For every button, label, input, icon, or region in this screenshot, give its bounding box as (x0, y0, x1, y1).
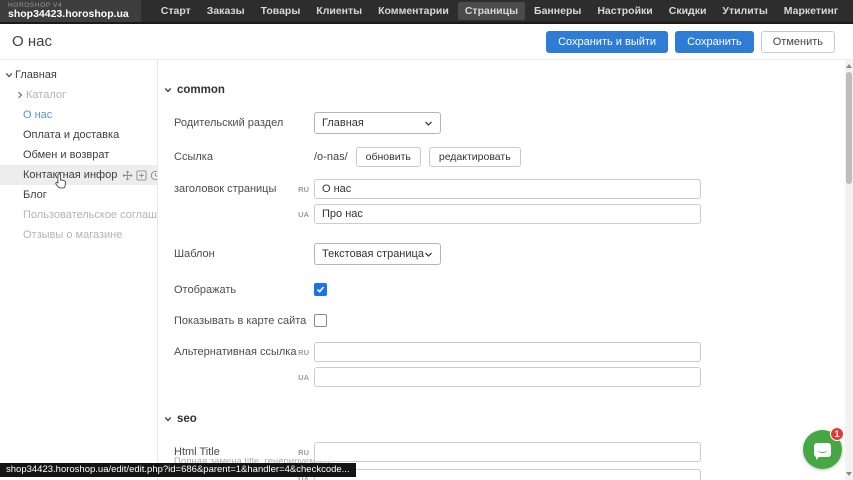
tree-item-label: Контактная инфор (23, 169, 117, 181)
tree-item-contact-info[interactable]: Контактная инфор (0, 165, 157, 185)
header-buttons: Сохранить и выйти Сохранить Отменить (546, 31, 835, 53)
template-label: Шаблон (174, 243, 215, 265)
link-row: Ссылка /o-nas/ обновить редактировать (158, 146, 845, 168)
cancel-button[interactable]: Отменить (761, 31, 835, 53)
display-row: Отображать (158, 279, 845, 301)
section-seo-label: seo (177, 413, 197, 425)
chat-widget-button[interactable]: 1 (803, 430, 842, 469)
save-exit-button[interactable]: Сохранить и выйти (546, 31, 668, 53)
page-title-ru-input[interactable] (314, 179, 701, 199)
section-common[interactable]: common (164, 81, 225, 99)
nav-item-orders[interactable]: Заказы (200, 2, 252, 20)
brand-logo[interactable]: HOROSHOP V4 shop34423.horoshop.ua (0, 0, 141, 22)
template-row: Шаблон Текстовая страница (158, 243, 845, 265)
tree-item-catalog[interactable]: Каталог (0, 85, 157, 105)
chevron-down-icon (164, 410, 172, 428)
tree-item-label: Главная (15, 69, 57, 81)
link-edit-button[interactable]: редактировать (429, 147, 521, 167)
sidebar-tree: Главная Каталог О нас Оплата и доставка Обме… (0, 60, 157, 480)
lang-tag-ru: RU (292, 341, 309, 363)
nav-item-start[interactable]: Старт (154, 2, 198, 20)
parent-section-label: Родительский раздел (174, 112, 283, 134)
nav-item-comments[interactable]: Комментарии (371, 2, 456, 20)
link-label: Ссылка (174, 146, 213, 168)
page-title-ua-input[interactable] (314, 204, 701, 224)
tree-item-payment-delivery[interactable]: Оплата и доставка (0, 125, 157, 145)
tree-item-home[interactable]: Главная (0, 65, 157, 85)
nav-item-discounts[interactable]: Скидки (662, 2, 714, 20)
chevron-right-icon (15, 91, 24, 99)
sitemap-row: Показывать в карте сайта (158, 310, 845, 332)
add-icon[interactable] (136, 170, 147, 181)
parent-section-row: Родительский раздел Главная (158, 112, 845, 134)
tree-item-user-agreement[interactable]: Пользовательское соглашение (0, 205, 157, 225)
tree-item-blog[interactable]: Блог (0, 185, 157, 205)
nav-item-utilities[interactable]: Утилиты (715, 2, 774, 20)
nav-item-seo[interactable]: Seo (847, 2, 853, 20)
nav-item-pages[interactable]: Страницы (458, 2, 525, 20)
chevron-down-icon (424, 119, 433, 128)
sitemap-checkbox[interactable] (314, 314, 327, 327)
lang-tag-ru: RU (292, 441, 309, 463)
tree-item-label: Оплата и доставка (23, 129, 119, 141)
chat-unread-badge: 1 (830, 427, 844, 441)
tree-item-store-reviews[interactable]: Отзывы о магазине (0, 225, 157, 245)
tree-item-label: Блог (23, 189, 47, 201)
page-title-label: заголовок страницы (174, 178, 276, 200)
alt-link-ru-input[interactable] (314, 342, 701, 362)
parent-section-select[interactable]: Главная (314, 112, 441, 134)
lang-tag-ua: UA (292, 366, 309, 388)
page-header: О нас Сохранить и выйти Сохранить Отмени… (0, 24, 853, 60)
sitemap-label: Показывать в карте сайта (174, 310, 306, 332)
top-nav: СтартЗаказыТоварыКлиентыКомментарииСтран… (153, 0, 853, 22)
chevron-down-icon (4, 71, 13, 79)
tree-item-label: О нас (23, 109, 52, 121)
save-button[interactable]: Сохранить (675, 31, 754, 53)
page-title-ru-row: заголовок страницы RU (158, 178, 845, 200)
template-value: Текстовая страница (322, 248, 424, 260)
page-title: О нас (12, 33, 52, 50)
move-icon[interactable] (122, 170, 133, 181)
tree-item-label: Отзывы о магазине (23, 229, 122, 241)
scroll-up-icon[interactable] (845, 61, 853, 71)
nav-item-settings[interactable]: Настройки (590, 2, 659, 20)
nav-item-clients[interactable]: Клиенты (309, 2, 369, 20)
vertical-scrollbar[interactable] (845, 60, 853, 480)
html-title-ua-input[interactable] (314, 469, 701, 480)
tree-item-about[interactable]: О нас (0, 105, 157, 125)
section-common-label: common (177, 84, 225, 96)
page-edit-form: common Родительский раздел Главная Ссылк… (157, 60, 845, 480)
link-update-button[interactable]: обновить (356, 147, 421, 167)
chevron-down-icon (164, 81, 172, 99)
html-title-ru-input[interactable] (314, 442, 701, 462)
nav-item-banners[interactable]: Баннеры (527, 2, 588, 20)
html-title-ru-row: Html Title Полная замена title, генериру… (158, 441, 845, 463)
parent-section-value: Главная (322, 117, 364, 129)
tree-item-exchange-return[interactable]: Обмен и возврат (0, 145, 157, 165)
tree-item-label: Обмен и возврат (23, 149, 109, 161)
nav-item-marketing[interactable]: Маркетинг (777, 2, 845, 20)
display-label: Отображать (174, 279, 236, 301)
alt-link-ua-input[interactable] (314, 367, 701, 387)
app-window: HOROSHOP V4 shop34423.horoshop.ua СтартЗ… (0, 0, 853, 480)
lang-tag-ru: RU (292, 178, 309, 200)
alt-link-label: Альтернативная ссылка (174, 341, 296, 363)
scrollbar-thumb[interactable] (846, 72, 852, 184)
shop-domain: shop34423.horoshop.ua (8, 9, 129, 20)
scroll-down-icon[interactable] (845, 469, 853, 479)
tree-item-label: Каталог (26, 89, 66, 101)
status-url-tooltip: shop34423.horoshop.ua/edit/edit.php?id=6… (0, 463, 356, 477)
display-checkbox[interactable] (314, 283, 327, 296)
topbar: HOROSHOP V4 shop34423.horoshop.ua СтартЗ… (0, 0, 853, 24)
section-seo[interactable]: seo (164, 410, 197, 428)
alt-link-ua-row: UA (158, 366, 845, 388)
template-select[interactable]: Текстовая страница (314, 243, 441, 265)
nav-item-products[interactable]: Товары (254, 2, 308, 20)
alt-link-ru-row: Альтернативная ссылка RU (158, 341, 845, 363)
chevron-down-icon (424, 250, 433, 259)
page-title-ua-row: UA (158, 203, 845, 225)
lang-tag-ua: UA (292, 203, 309, 225)
link-value: /o-nas/ (314, 151, 348, 163)
chat-bubble-icon (814, 443, 831, 457)
